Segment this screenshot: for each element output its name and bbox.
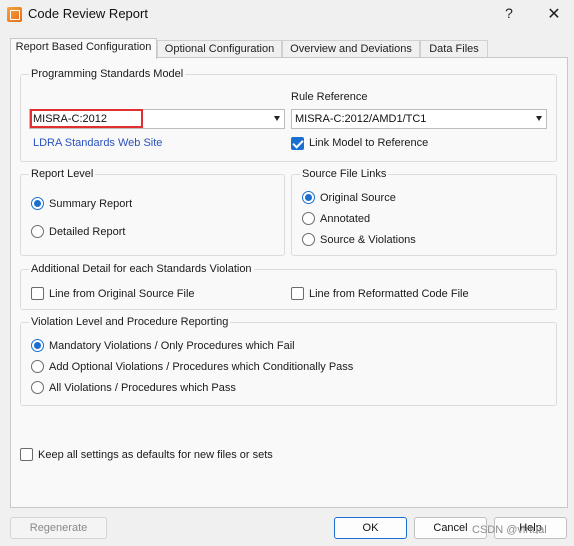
violation-level-legend: Violation Level and Procedure Reporting bbox=[29, 316, 231, 328]
add-optional-violations-radio[interactable] bbox=[31, 360, 44, 373]
chevron-down-icon bbox=[536, 116, 542, 121]
all-violations-label: All Violations / Procedures which Pass bbox=[49, 382, 236, 394]
source-file-links-legend: Source File Links bbox=[300, 168, 389, 180]
violation-level-group: Violation Level and Procedure Reporting … bbox=[20, 316, 557, 406]
original-source-radio[interactable] bbox=[302, 191, 315, 204]
annotated-radio[interactable] bbox=[302, 212, 315, 225]
detailed-report-label: Detailed Report bbox=[49, 226, 126, 238]
mandatory-violations-radio[interactable] bbox=[31, 339, 44, 352]
link-model-label: Link Model to Reference bbox=[309, 137, 429, 149]
line-from-original-source-checkbox[interactable] bbox=[31, 287, 44, 300]
model-highlight-box bbox=[30, 109, 143, 128]
report-level-group: Report Level Summary Report Detailed Rep… bbox=[20, 168, 285, 256]
detailed-report-radio[interactable] bbox=[31, 225, 44, 238]
tab-report-based-configuration[interactable]: Report Based Configuration bbox=[10, 38, 157, 59]
window-title: Code Review Report bbox=[28, 6, 148, 21]
link-model-checkbox[interactable] bbox=[291, 137, 304, 150]
summary-report-label: Summary Report bbox=[49, 198, 133, 210]
keep-defaults-checkbox[interactable] bbox=[20, 448, 33, 461]
tab-optional-configuration[interactable]: Optional Configuration bbox=[157, 40, 282, 58]
tab-panel: Programming Standards Model MISRA-C:2012… bbox=[10, 57, 568, 508]
source-file-links-group: Source File Links Original Source Annota… bbox=[291, 168, 557, 256]
additional-detail-legend: Additional Detail for each Standards Vio… bbox=[29, 263, 254, 275]
title-bar: Code Review Report ? ✕ bbox=[0, 0, 574, 30]
regenerate-button[interactable]: Regenerate bbox=[10, 517, 107, 539]
mandatory-violations-label: Mandatory Violations / Only Procedures w… bbox=[49, 340, 295, 352]
source-and-violations-label: Source & Violations bbox=[320, 234, 416, 246]
annotated-label: Annotated bbox=[320, 213, 371, 225]
report-level-legend: Report Level bbox=[29, 168, 96, 180]
chevron-down-icon bbox=[274, 116, 280, 121]
source-and-violations-radio[interactable] bbox=[302, 233, 315, 246]
keep-defaults-label: Keep all settings as defaults for new fi… bbox=[38, 449, 273, 461]
all-violations-radio[interactable] bbox=[31, 381, 44, 394]
watermark: CSDN @virtual bbox=[472, 524, 547, 536]
summary-report-radio[interactable] bbox=[31, 197, 44, 210]
ok-button[interactable]: OK bbox=[334, 517, 407, 539]
rule-reference-value: MISRA-C:2012/AMD1/TC1 bbox=[295, 113, 427, 125]
additional-detail-group: Additional Detail for each Standards Vio… bbox=[20, 263, 557, 310]
rule-reference-select[interactable]: MISRA-C:2012/AMD1/TC1 bbox=[291, 109, 547, 129]
app-icon bbox=[7, 7, 22, 22]
original-source-label: Original Source bbox=[320, 192, 396, 204]
line-from-reformatted-code-label: Line from Reformatted Code File bbox=[309, 288, 469, 300]
tab-overview-and-deviations[interactable]: Overview and Deviations bbox=[282, 40, 420, 58]
line-from-original-source-label: Line from Original Source File bbox=[49, 288, 195, 300]
close-icon[interactable]: ✕ bbox=[545, 4, 563, 24]
rule-reference-label: Rule Reference bbox=[291, 91, 368, 103]
line-from-reformatted-code-checkbox[interactable] bbox=[291, 287, 304, 300]
ldra-standards-web-site-link[interactable]: LDRA Standards Web Site bbox=[33, 137, 162, 149]
help-icon[interactable]: ? bbox=[500, 5, 518, 21]
programming-standards-legend: Programming Standards Model bbox=[29, 68, 186, 80]
add-optional-violations-label: Add Optional Violations / Procedures whi… bbox=[49, 361, 354, 373]
programming-standards-group: Programming Standards Model MISRA-C:2012… bbox=[20, 68, 557, 162]
tab-data-files[interactable]: Data Files bbox=[420, 40, 488, 58]
